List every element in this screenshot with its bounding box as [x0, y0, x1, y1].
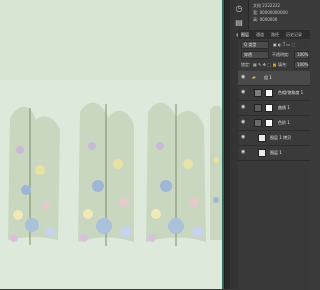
- lock-icons[interactable]: ▦ ✎ ✥ ⬚ 🔒: [253, 62, 277, 67]
- layer-row[interactable]: ◉ 色阶 1: [238, 116, 310, 131]
- layer-row[interactable]: ◉ 图层 1: [238, 146, 310, 161]
- layer-mask-thumbnail[interactable]: [265, 89, 273, 97]
- layer-row[interactable]: ◉ ▰ 组 1: [238, 71, 310, 86]
- layers-panel-tabs: 图层 通道 路径 历史记录: [238, 31, 310, 39]
- properties-panel: 文档 2222222 宽: 00000000000 高: 0000000: [249, 0, 310, 28]
- eye-icon[interactable]: ◉: [241, 90, 247, 95]
- layer-name: 色阶 1: [278, 120, 290, 125]
- layer-name: 色相/饱和度 1: [278, 90, 304, 95]
- layer-mask-thumbnail[interactable]: [265, 119, 273, 127]
- eye-icon[interactable]: ◉: [241, 150, 247, 155]
- adjustment-icon: [254, 104, 262, 112]
- document-canvas-frame: [0, 0, 224, 289]
- opacity-label: 不透明度:: [272, 52, 290, 57]
- adjustment-icon: [254, 119, 262, 127]
- tab-paths[interactable]: 路径: [271, 32, 279, 38]
- floral-artwork: [0, 0, 222, 289]
- layer-name: 曲线 1: [278, 105, 290, 110]
- folder-icon: ▰: [252, 75, 256, 81]
- adjustment-icon: [254, 89, 262, 97]
- history-icon[interactable]: ◷: [233, 4, 245, 14]
- tab-channels[interactable]: 通道: [256, 32, 264, 38]
- eye-icon[interactable]: ◉: [241, 120, 247, 125]
- fill-label: 填充:: [278, 62, 288, 67]
- properties-width: 宽: 00000000000: [253, 10, 288, 15]
- eye-icon[interactable]: ◉: [241, 105, 247, 110]
- layer-thumbnail: [258, 134, 266, 142]
- layer-name: 组 1: [264, 75, 272, 80]
- blend-mode-select[interactable]: 穿透: [241, 51, 269, 59]
- lock-label: 锁定:: [241, 62, 251, 67]
- layer-name: 图层 1 拷贝: [270, 135, 292, 140]
- tab-history[interactable]: 历史记录: [286, 32, 302, 38]
- fill-field[interactable]: 100%: [294, 61, 309, 69]
- floral-motif-1: [8, 106, 60, 245]
- floral-motif-3: [146, 102, 206, 246]
- layer-kind-filter[interactable]: Q 类型: [241, 41, 269, 49]
- opacity-field[interactable]: 100%: [294, 51, 309, 59]
- document-canvas[interactable]: [0, 0, 222, 289]
- layer-row[interactable]: ◉ 色相/饱和度 1: [238, 86, 310, 101]
- eye-icon[interactable]: ◉: [241, 135, 247, 140]
- layer-row[interactable]: ◉ 图层 1 拷贝: [238, 131, 310, 146]
- filter-icons[interactable]: ▣ ◐ T ▭ ⬚: [273, 42, 295, 47]
- floral-motif-2: [78, 102, 134, 246]
- layer-mask-thumbnail[interactable]: [265, 104, 273, 112]
- layers-panel: 图层 通道 路径 历史记录 Q 类型 ▣ ◐ T ▭ ⬚ 穿透 不透明度: 10…: [238, 30, 310, 290]
- layer-thumbnail: [258, 149, 266, 157]
- tab-layers[interactable]: 图层: [241, 32, 249, 38]
- floral-motif-edge: [210, 105, 222, 240]
- properties-title: 文档 2222222: [253, 3, 281, 8]
- eye-icon[interactable]: ◉: [241, 75, 247, 80]
- properties-height: 高: 0000000: [253, 17, 278, 22]
- properties-icon[interactable]: ▤: [233, 18, 245, 28]
- layer-name: 图层 1: [270, 150, 282, 155]
- layer-row[interactable]: ◉ 曲线 1: [238, 101, 310, 116]
